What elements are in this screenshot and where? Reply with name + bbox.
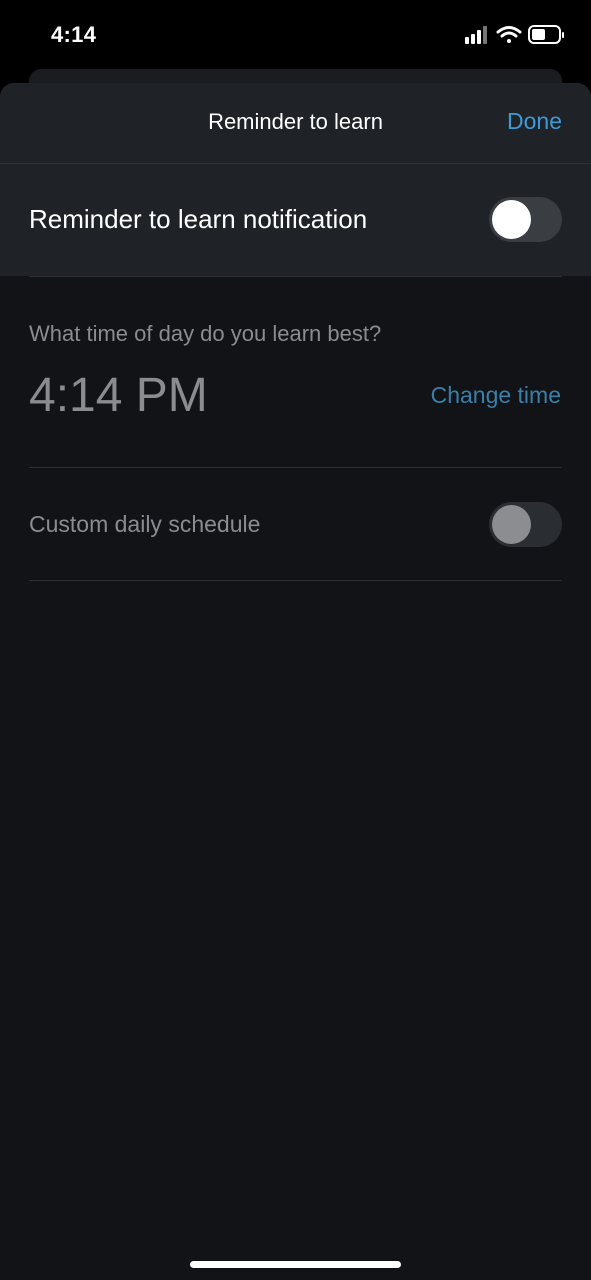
reminder-time-value: 4:14 PM	[29, 369, 208, 422]
custom-schedule-toggle[interactable]	[489, 502, 562, 547]
divider	[29, 276, 562, 277]
page-title: Reminder to learn	[208, 109, 383, 134]
notification-label: Reminder to learn notification	[29, 204, 368, 234]
toggle-knob	[492, 200, 531, 239]
change-time-button[interactable]: Change time	[431, 382, 561, 409]
status-bar: 4:14	[0, 0, 591, 70]
divider	[29, 580, 562, 581]
status-icons	[465, 25, 564, 44]
custom-schedule-label: Custom daily schedule	[29, 511, 261, 537]
cellular-signal-icon	[465, 26, 487, 44]
home-indicator	[190, 1261, 401, 1268]
wifi-icon	[496, 26, 522, 43]
battery-icon	[528, 25, 564, 44]
nav-bar: Reminder to learn Done	[0, 83, 591, 164]
divider	[29, 467, 562, 468]
notification-toggle[interactable]	[489, 197, 562, 242]
time-question: What time of day do you learn best?	[29, 321, 382, 346]
status-time: 4:14	[51, 22, 97, 47]
notification-row: Reminder to learn notification	[0, 164, 591, 276]
toggle-knob	[492, 505, 531, 544]
reminder-sheet: Reminder to learn Done Reminder to learn…	[0, 83, 591, 1280]
done-button[interactable]: Done	[507, 108, 562, 135]
